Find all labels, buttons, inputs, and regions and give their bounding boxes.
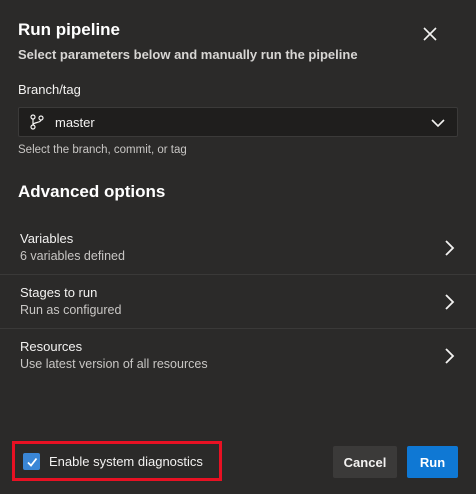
chevron-right-icon — [445, 240, 455, 256]
option-label: Stages to run — [20, 285, 98, 300]
option-label: Variables — [20, 231, 74, 246]
cancel-button[interactable]: Cancel — [333, 446, 397, 478]
option-resources[interactable]: Resources Use latest version of all reso… — [0, 329, 476, 383]
run-pipeline-dialog: Run pipeline Select parameters below and… — [0, 0, 476, 494]
branch-tag-dropdown[interactable]: master — [18, 107, 458, 137]
close-button[interactable] — [418, 22, 442, 46]
checkmark-icon — [26, 457, 37, 467]
option-variables[interactable]: Variables 6 variables defined — [0, 221, 476, 275]
enable-diagnostics-checkbox[interactable] — [23, 453, 40, 470]
branch-help-text: Select the branch, commit, or tag — [18, 144, 187, 156]
chevron-right-icon — [445, 294, 455, 310]
branch-icon — [30, 114, 44, 130]
branch-tag-label: Branch/tag — [18, 82, 81, 97]
enable-diagnostics-label[interactable]: Enable system diagnostics — [49, 454, 203, 469]
close-icon — [423, 27, 437, 41]
dialog-subtitle: Select parameters below and manually run… — [18, 47, 358, 62]
run-button[interactable]: Run — [407, 446, 458, 478]
dialog-title: Run pipeline — [18, 20, 120, 39]
advanced-options-heading: Advanced options — [18, 182, 166, 201]
chevron-down-icon — [431, 119, 445, 128]
option-label: Resources — [20, 339, 83, 354]
chevron-right-icon — [445, 348, 455, 364]
option-description: 6 variables defined — [20, 249, 125, 263]
option-description: Use latest version of all resources — [20, 357, 208, 371]
option-description: Run as configured — [20, 303, 122, 317]
option-stages-to-run[interactable]: Stages to run Run as configured — [0, 275, 476, 329]
branch-value: master — [55, 115, 95, 130]
